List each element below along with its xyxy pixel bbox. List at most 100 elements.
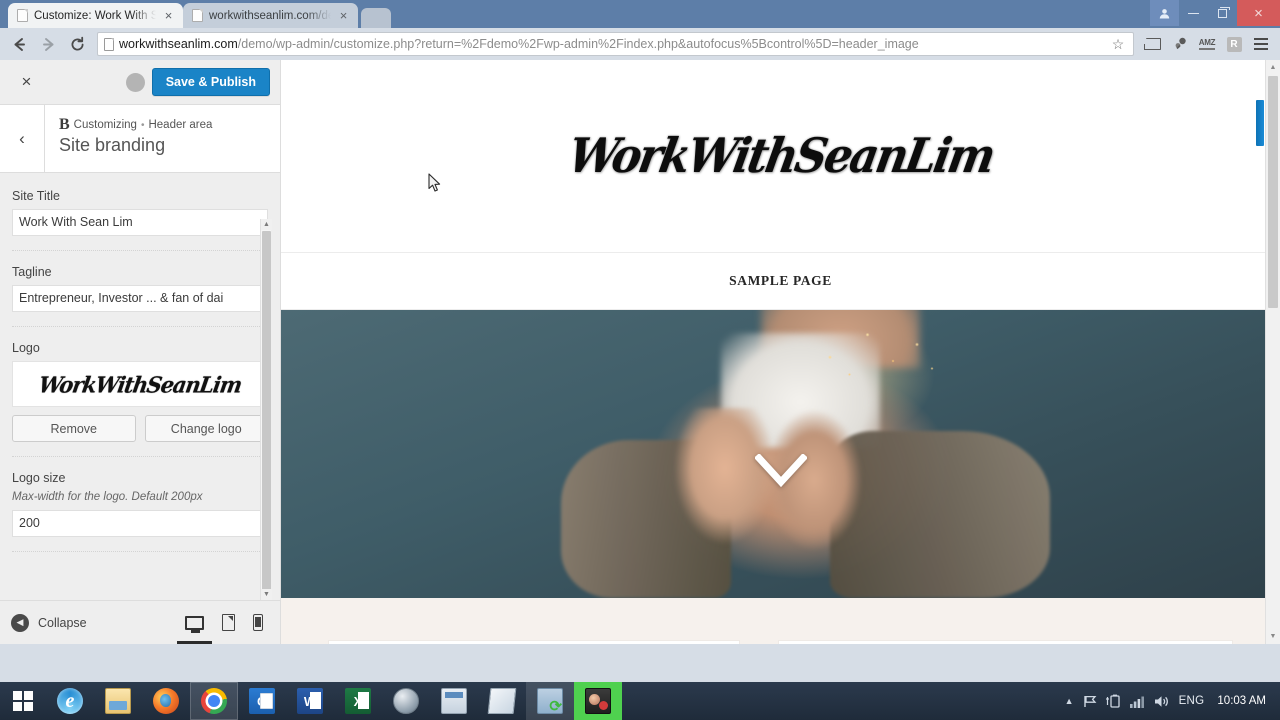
language-indicator[interactable]: ENG [1179,695,1205,707]
preview-side-widget[interactable] [1256,100,1264,146]
close-icon[interactable]: × [162,9,175,22]
theme-logo-icon: B [59,116,70,133]
customizer-actions: Save & Publish [125,68,270,96]
maximize-button[interactable] [1208,0,1237,26]
preview-scroll-up-icon[interactable]: ▲ [1266,60,1280,75]
volume-icon[interactable] [1154,695,1170,708]
network-icon[interactable] [1129,695,1145,708]
device-desktop-button[interactable] [177,601,212,644]
site-title-input[interactable]: Work With Sean Lim [12,209,268,236]
forward-button[interactable] [35,31,62,58]
breadcrumb-separator: • [140,119,145,131]
hero-sparkler-lights [800,315,951,391]
preview-scroll-down-icon[interactable]: ▼ [1266,629,1280,644]
reload-button[interactable] [64,31,91,58]
preview-scrollbar[interactable]: ▲ ▼ [1265,60,1280,644]
device-mobile-button[interactable] [253,601,263,644]
site-logo-image: WorkWithSeanLim [563,128,998,184]
collapse-label: Collapse [38,615,87,630]
control-logo-size: Logo size Max-width for the logo. Defaul… [12,471,268,552]
system-tray: ▲ ENG 10:03 AM [1065,682,1280,720]
taskbar-calculator[interactable] [430,682,478,720]
close-icon[interactable]: × [337,9,350,22]
change-logo-button[interactable]: Change logo [144,415,268,442]
url-host: workwithseanlim.com [119,37,238,51]
breadcrumb-section[interactable]: Header area [148,119,212,131]
photo-app-icon [585,688,611,714]
site-header: WorkWithSeanLim [281,60,1280,252]
bookmark-star-icon[interactable]: ☆ [1107,36,1129,53]
page-icon [192,9,203,22]
chevron-down-icon[interactable] [754,454,807,488]
new-tab-button[interactable] [361,8,391,28]
taskbar-word[interactable]: W [286,682,334,720]
browser-tab-site[interactable]: workwithseanlim.com/de × [183,3,358,28]
control-logo: Logo WorkWithSeanLim Remove Change logo [12,341,268,457]
chrome-browser-window: Customize: Work With Se × workwithseanli… [0,0,1280,682]
logo-size-input[interactable]: 200 [12,510,268,537]
windows-taskbar: e O W X ▲ ENG 10:03 AM [0,682,1280,720]
taskbar-media-player[interactable] [382,682,430,720]
save-and-publish-button[interactable]: Save & Publish [151,68,270,96]
flag-icon[interactable] [1083,695,1097,708]
site-preview-frame: WorkWithSeanLim SAMPLE PAGE ▲ ▼ [281,60,1280,644]
taskbar-excel[interactable]: X [334,682,382,720]
scrollbar-thumb[interactable] [262,231,271,600]
scroll-up-arrow-icon[interactable]: ▲ [261,219,272,230]
logo-buttons: Remove Change logo [12,415,268,442]
customizer-footer: ◀ Collapse [0,600,280,644]
customizer-top-bar: × Save & Publish [0,60,280,105]
logo-size-label: Logo size [12,471,66,485]
address-bar[interactable]: workwithseanlim.com/demo/wp-admin/custom… [97,32,1134,56]
cast-icon[interactable] [1140,31,1166,57]
chrome-menu-icon[interactable] [1248,31,1274,57]
r-extension-icon[interactable]: R [1221,31,1247,57]
browser-tab-customize[interactable]: Customize: Work With Se × [8,3,183,28]
tablet-icon [222,614,235,631]
taskbar-internet-explorer[interactable]: e [46,682,94,720]
page-icon [17,9,28,22]
extension-icon[interactable] [1167,31,1193,57]
close-window-button[interactable]: × [1237,0,1280,26]
taskbar-photo-app[interactable] [574,682,622,720]
notepad-icon [487,688,517,714]
chrome-icon [201,688,227,714]
back-button[interactable] [6,31,33,58]
back-to-sections-button[interactable]: ‹ [0,105,45,172]
taskbar-firefox[interactable] [142,682,190,720]
word-icon: W [297,688,323,714]
desktop-icon [185,615,204,633]
media-player-icon [393,688,419,714]
preview-scrollbar-thumb[interactable] [1268,76,1278,308]
close-customizer-button[interactable]: × [4,60,49,105]
taskbar-google-chrome[interactable] [190,682,238,720]
minimize-button[interactable] [1179,0,1208,26]
firefox-icon [153,688,179,714]
tagline-label: Tagline [12,265,52,279]
profile-icon[interactable] [1150,0,1179,26]
battery-icon[interactable] [1105,694,1121,708]
taskbar-outlook[interactable]: O [238,682,286,720]
taskbar-notepad[interactable] [478,682,526,720]
remove-logo-button[interactable]: Remove [12,415,136,442]
clock[interactable]: 10:03 AM [1213,695,1274,707]
page-title: Site branding [59,135,166,155]
logo-label: Logo [12,341,40,355]
tagline-input[interactable]: Entrepreneur, Investor ... & fan of dai [12,285,268,312]
sidebar-scrollbar[interactable]: ▲ ▼ [260,219,272,600]
start-button[interactable] [0,682,46,720]
url-text: workwithseanlim.com/demo/wp-admin/custom… [119,37,1102,51]
page-info-icon [104,37,114,51]
show-hidden-icons-icon[interactable]: ▲ [1065,696,1074,706]
collapse-sidebar-button[interactable]: ◀ Collapse [11,613,87,632]
scroll-down-arrow-icon[interactable]: ▼ [261,589,272,600]
amz-extension-icon[interactable]: AMZ [1194,31,1220,57]
file-explorer-icon [105,688,131,714]
taskbar-sync-tool[interactable] [526,682,574,720]
nav-item-sample-page[interactable]: SAMPLE PAGE [729,273,832,289]
taskbar-file-explorer[interactable] [94,682,142,720]
customizer-panel-header: ‹ B Customizing • Header area Site brand… [0,105,280,173]
device-tablet-button[interactable] [222,601,235,644]
sync-icon [537,688,563,715]
control-tagline: Tagline Entrepreneur, Investor ... & fan… [12,265,268,327]
